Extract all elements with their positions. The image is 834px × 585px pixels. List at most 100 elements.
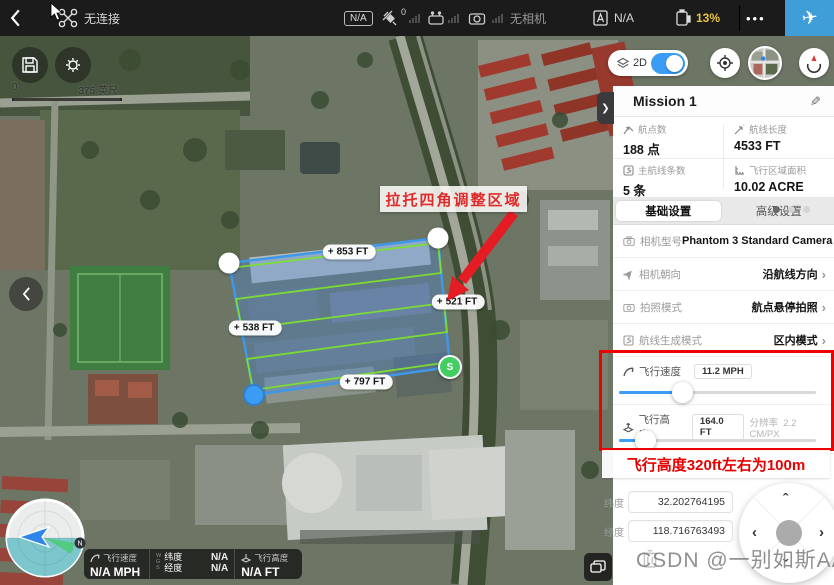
panel-collapse-tab[interactable]: ❯ bbox=[597, 92, 614, 124]
latitude-row: 纬度 32.202764195 bbox=[604, 491, 733, 513]
telemetry-lng: N/A bbox=[211, 563, 228, 574]
annotation-red-note: 飞行高度320ft左右为100m bbox=[602, 450, 830, 478]
heading-icon bbox=[623, 269, 634, 280]
compass-icon bbox=[804, 53, 824, 73]
mouse-cursor bbox=[50, 2, 64, 22]
locate-icon bbox=[716, 54, 734, 72]
latitude-input[interactable]: 32.202764195 bbox=[628, 491, 733, 513]
stat-area: 飞行区域面积 10.02 ACRE bbox=[724, 158, 834, 198]
setting-photo-mode[interactable]: 拍照模式 航点悬停拍照 › bbox=[613, 291, 834, 324]
collapse-left-button[interactable] bbox=[9, 277, 43, 311]
connection-status: 无连接 bbox=[84, 10, 120, 27]
photo-stack-icon bbox=[590, 560, 606, 574]
setting-route-mode[interactable]: 航线生成模式 区内模式 › bbox=[613, 324, 834, 357]
resize-cross-icon: + bbox=[345, 377, 351, 388]
nudge-up-button[interactable]: ˆ bbox=[783, 491, 788, 508]
resize-cross-icon: + bbox=[234, 323, 240, 334]
scale-start: 0 bbox=[12, 82, 18, 97]
mission-title: Mission 1 bbox=[633, 93, 697, 109]
scale-line bbox=[12, 98, 122, 101]
back-chevron-icon bbox=[10, 9, 21, 27]
setting-camera-direction[interactable]: 相机朝向 沿航线方向 › bbox=[613, 258, 834, 291]
telemetry-bar: 飞行速度 N/A MPH WGS 纬度N/A 经度N/A 飞行高度 N/A FT bbox=[84, 549, 302, 579]
edge-length-bottom: +797 FT bbox=[340, 375, 393, 390]
chevron-right-icon: › bbox=[822, 333, 826, 348]
csdn-watermark: CSDN @一别如斯AA bbox=[636, 544, 834, 574]
back-button[interactable] bbox=[10, 0, 21, 36]
flight-speed-knob[interactable] bbox=[672, 382, 693, 403]
stats-page-dots[interactable] bbox=[773, 206, 810, 213]
setting-camera-model[interactable]: 相机型号 Phantom 3 Standard Camera › bbox=[613, 225, 834, 258]
minimap-thumbnail bbox=[750, 46, 780, 80]
flight-height-knob[interactable] bbox=[635, 430, 656, 451]
telemetry-lat: N/A bbox=[211, 552, 228, 563]
top-status-bar: 无连接 N/A 0 bbox=[0, 0, 834, 36]
photo-mode-icon bbox=[623, 302, 635, 312]
speed-value: N/A MPH bbox=[90, 565, 143, 579]
chevron-left-icon bbox=[22, 287, 31, 301]
photo-layers-button[interactable] bbox=[584, 553, 612, 581]
edge-length-top: +853 FT bbox=[323, 245, 376, 260]
chevron-right-icon: › bbox=[822, 300, 826, 315]
main-lines-icon bbox=[623, 165, 634, 176]
flight-speed-slider[interactable] bbox=[619, 391, 816, 394]
tab-basic-settings[interactable]: 基础设置 bbox=[616, 201, 721, 221]
satellite-icon bbox=[381, 9, 399, 27]
battery-percent: 13% bbox=[696, 11, 720, 25]
save-icon bbox=[21, 56, 39, 74]
resize-cross-icon: + bbox=[437, 297, 443, 308]
app-screen: S +853 FT +521 FT +538 FT +797 FT 拉托四角调整… bbox=[0, 0, 834, 585]
mode-2d-label: 2D bbox=[633, 57, 647, 69]
compass-reset-button[interactable] bbox=[799, 48, 829, 78]
map-mode-toggle[interactable]: 2D bbox=[608, 50, 688, 76]
flight-speed-icon bbox=[623, 366, 634, 377]
gps-mode-badge: N/A bbox=[344, 11, 373, 26]
nudge-left-button[interactable]: ‹ bbox=[752, 524, 757, 541]
mode-toggle-switch[interactable] bbox=[651, 53, 685, 74]
flight-height-slider[interactable] bbox=[619, 439, 816, 442]
remote-controller-icon bbox=[427, 10, 445, 26]
flight-mode-icon bbox=[592, 9, 609, 27]
gear-icon bbox=[63, 55, 83, 75]
start-point-marker[interactable]: S bbox=[438, 355, 462, 379]
map-scale: 0 375 英尺 bbox=[12, 82, 122, 101]
camera-status: 无相机 bbox=[510, 10, 546, 27]
altitude-icon bbox=[241, 553, 251, 563]
more-menu-button[interactable]: ••• bbox=[746, 0, 766, 36]
stat-waypoints: 航点数 188 点 bbox=[613, 117, 723, 157]
flight-height-value: 164.0 FT bbox=[692, 414, 745, 440]
chevron-right-icon: › bbox=[822, 267, 826, 282]
nudge-center-button[interactable] bbox=[776, 520, 802, 546]
plane-icon: ✈ bbox=[800, 6, 819, 31]
route-mode-icon bbox=[623, 335, 634, 346]
more-dots: ••• bbox=[746, 11, 766, 26]
battery-icon bbox=[675, 9, 691, 27]
flight-height-icon bbox=[623, 422, 634, 433]
locate-me-button[interactable] bbox=[710, 48, 740, 78]
layers-icon bbox=[617, 57, 629, 70]
stat-main-lines: 主航线条数 5 条 bbox=[613, 158, 723, 198]
scale-end: 375 英尺 bbox=[79, 82, 118, 97]
speed-icon bbox=[90, 553, 100, 563]
corner-handle-top-left[interactable] bbox=[219, 253, 240, 274]
edit-mission-icon[interactable]: ✎ bbox=[807, 96, 823, 107]
rc-signal-bars bbox=[448, 14, 459, 23]
stat-route-length: 航线长度 4533 FT bbox=[724, 117, 834, 157]
edge-length-right: +521 FT bbox=[432, 295, 485, 310]
save-mission-button[interactable] bbox=[12, 47, 48, 83]
start-label: S bbox=[447, 362, 454, 373]
mission-stats: 航点数 188 点 航线长度 4533 FT 主航线条数 5 条 bbox=[613, 117, 834, 198]
takeoff-button[interactable]: ✈ bbox=[785, 0, 834, 36]
corner-handle-bottom-left[interactable] bbox=[243, 384, 265, 406]
waypoints-icon bbox=[623, 124, 634, 135]
area-ruler-icon bbox=[734, 165, 745, 176]
corner-handle-top-right[interactable] bbox=[428, 228, 449, 249]
mission-header: Mission 1 ✎ bbox=[613, 86, 834, 117]
longitude-input[interactable]: 118.716763493 bbox=[628, 520, 733, 542]
nudge-right-button[interactable]: › bbox=[819, 524, 824, 541]
settings-button[interactable] bbox=[55, 47, 91, 83]
minimap-button[interactable] bbox=[748, 46, 782, 80]
camera-signal-icon bbox=[468, 11, 486, 26]
flight-height-row: 飞行高度 164.0 FT 分辨率 2.2 CM/PX bbox=[613, 405, 834, 454]
flight-mode-value: N/A bbox=[614, 11, 634, 25]
